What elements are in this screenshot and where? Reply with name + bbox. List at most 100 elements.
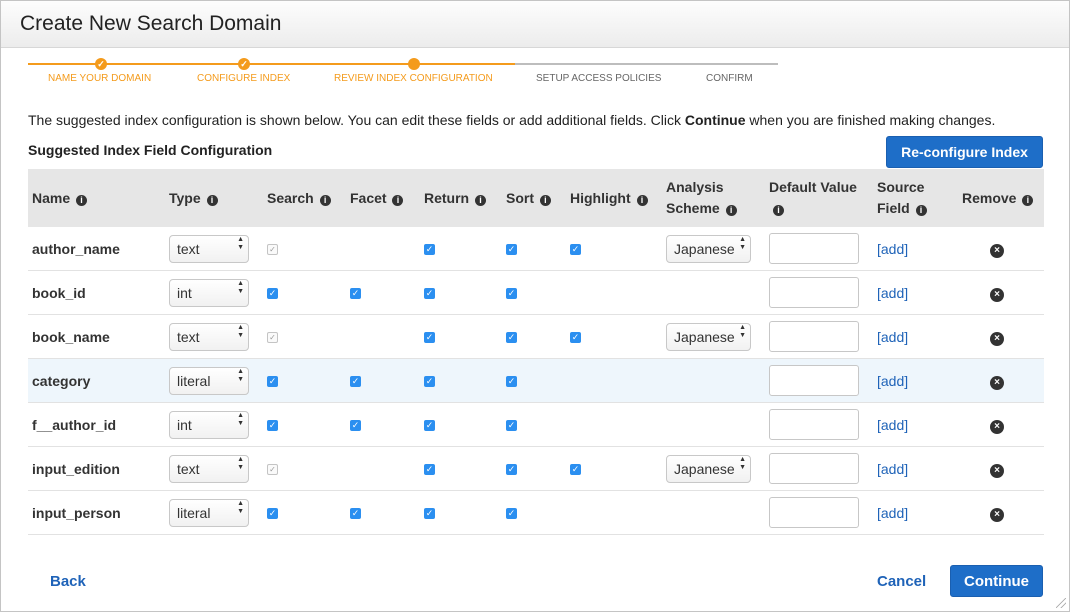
- sort-checkbox[interactable]: ✓: [506, 332, 517, 344]
- facet-checkbox[interactable]: ✓: [350, 376, 361, 388]
- search-checkbox[interactable]: ✓: [267, 508, 278, 520]
- type-select[interactable]: text ▲ ▼: [169, 234, 249, 263]
- return-checkbox[interactable]: ✓: [424, 420, 435, 432]
- select-arrows-icon: ▲ ▼: [739, 455, 746, 471]
- info-icon[interactable]: i: [636, 194, 648, 206]
- select-arrows-icon: ▲ ▼: [237, 323, 244, 339]
- back-button[interactable]: Back: [50, 573, 86, 590]
- info-icon[interactable]: i: [475, 194, 487, 206]
- wizard-step-name-domain: NAME YOUR DOMAIN: [48, 73, 152, 84]
- column-header-search[interactable]: Search i: [263, 169, 346, 227]
- remove-icon[interactable]: ×: [990, 331, 1004, 346]
- column-header-facet[interactable]: Facet i: [346, 169, 420, 227]
- add-source-field-link[interactable]: [add]: [877, 241, 908, 257]
- add-source-field-link[interactable]: [add]: [877, 461, 908, 477]
- facet-cell: [346, 446, 420, 491]
- facet-checkbox[interactable]: ✓: [350, 508, 361, 520]
- remove-icon[interactable]: ×: [990, 419, 1004, 434]
- remove-icon[interactable]: ×: [990, 375, 1004, 390]
- facet-checkbox[interactable]: ✓: [350, 288, 361, 300]
- add-source-field-link[interactable]: [add]: [877, 329, 908, 345]
- default-value-input[interactable]: [769, 453, 859, 484]
- remove-icon[interactable]: ×: [990, 507, 1004, 522]
- search-checkbox[interactable]: ✓: [267, 420, 278, 432]
- analysis-scheme-select[interactable]: Japanese ▲ ▼: [666, 234, 751, 263]
- search-checkbox[interactable]: ✓: [267, 376, 278, 388]
- default-value-input[interactable]: [769, 277, 859, 308]
- default-value-input[interactable]: [769, 233, 859, 264]
- analysis-scheme-select[interactable]: Japanese ▲ ▼: [666, 454, 751, 483]
- type-select[interactable]: int ▲ ▼: [169, 278, 249, 307]
- default-value-input[interactable]: [769, 409, 859, 440]
- return-checkbox[interactable]: ✓: [424, 508, 435, 520]
- type-select[interactable]: literal ▲ ▼: [169, 366, 249, 395]
- type-select[interactable]: text ▲ ▼: [169, 454, 249, 483]
- field-name: author_name: [28, 227, 165, 271]
- column-header-label: Highlight: [570, 189, 631, 206]
- sort-checkbox[interactable]: ✓: [506, 420, 517, 432]
- default-value-input[interactable]: [769, 497, 859, 528]
- info-icon[interactable]: i: [206, 194, 218, 206]
- column-header-type[interactable]: Type i: [165, 169, 263, 227]
- info-icon[interactable]: i: [319, 194, 331, 206]
- search-checkbox[interactable]: ✓: [267, 288, 278, 300]
- reconfigure-index-button[interactable]: Re-configure Index: [886, 136, 1043, 168]
- column-header-analysis-scheme[interactable]: Analysis Scheme i: [662, 169, 765, 227]
- add-source-field-link[interactable]: [add]: [877, 505, 908, 521]
- table-row: category literal ▲ ▼ ✓ ✓ ✓ ✓ [add] ×: [28, 358, 1044, 403]
- info-icon[interactable]: i: [539, 194, 551, 206]
- info-icon[interactable]: i: [915, 205, 927, 216]
- info-icon[interactable]: i: [725, 205, 737, 216]
- default-value-input[interactable]: [769, 365, 859, 396]
- sort-checkbox[interactable]: ✓: [506, 508, 517, 520]
- sort-checkbox[interactable]: ✓: [506, 464, 517, 476]
- resize-grip-icon[interactable]: [1056, 598, 1066, 608]
- remove-cell: ×: [958, 227, 1044, 271]
- type-select[interactable]: literal ▲ ▼: [169, 498, 249, 527]
- column-header-name[interactable]: Name i: [28, 169, 165, 227]
- highlight-checkbox[interactable]: ✓: [570, 332, 581, 344]
- analysis-cell: Japanese ▲ ▼: [662, 227, 765, 271]
- column-header-remove[interactable]: Remove i: [958, 169, 1044, 227]
- return-checkbox[interactable]: ✓: [424, 332, 435, 344]
- index-fields-table: Name i Type i Search i Facet i Return i …: [28, 169, 1044, 535]
- type-select[interactable]: int ▲ ▼: [169, 410, 249, 439]
- column-header-source-field[interactable]: Source Field i: [873, 169, 958, 227]
- type-select[interactable]: text ▲ ▼: [169, 322, 249, 351]
- cancel-button[interactable]: Cancel: [877, 573, 926, 590]
- column-header-highlight[interactable]: Highlight i: [566, 169, 662, 227]
- continue-button[interactable]: Continue: [950, 565, 1043, 597]
- default-value-input[interactable]: [769, 321, 859, 352]
- select-arrows-icon: ▲ ▼: [237, 235, 244, 251]
- create-domain-dialog: Create New Search Domain ✓ ✓ NAME YOUR D…: [0, 0, 1070, 612]
- sort-checkbox[interactable]: ✓: [506, 376, 517, 388]
- return-checkbox[interactable]: ✓: [424, 376, 435, 388]
- remove-icon[interactable]: ×: [990, 463, 1004, 478]
- sort-checkbox[interactable]: ✓: [506, 244, 517, 256]
- column-header-sort[interactable]: Sort i: [502, 169, 566, 227]
- add-source-field-link[interactable]: [add]: [877, 417, 908, 433]
- add-source-field-link[interactable]: [add]: [877, 285, 908, 301]
- return-checkbox[interactable]: ✓: [424, 288, 435, 300]
- source-field-cell: [add]: [873, 446, 958, 491]
- info-icon[interactable]: i: [773, 205, 784, 216]
- return-checkbox[interactable]: ✓: [424, 464, 435, 476]
- return-checkbox[interactable]: ✓: [424, 244, 435, 256]
- analysis-scheme-select[interactable]: Japanese ▲ ▼: [666, 322, 751, 351]
- add-source-field-link[interactable]: [add]: [877, 373, 908, 389]
- info-icon[interactable]: i: [392, 194, 404, 206]
- return-cell: ✓: [420, 270, 502, 315]
- info-icon[interactable]: i: [76, 194, 88, 206]
- highlight-checkbox[interactable]: ✓: [570, 464, 581, 476]
- remove-icon[interactable]: ×: [990, 287, 1004, 302]
- highlight-checkbox[interactable]: ✓: [570, 244, 581, 256]
- sort-checkbox[interactable]: ✓: [506, 288, 517, 300]
- column-header-default-value[interactable]: Default Value i: [765, 169, 873, 227]
- index-fields-table-wrapper[interactable]: Name i Type i Search i Facet i Return i …: [28, 169, 1044, 545]
- facet-cell: ✓: [346, 402, 420, 447]
- facet-checkbox[interactable]: ✓: [350, 420, 361, 432]
- info-icon[interactable]: i: [1022, 194, 1034, 206]
- column-header-return[interactable]: Return i: [420, 169, 502, 227]
- remove-icon[interactable]: ×: [990, 243, 1004, 258]
- facet-cell: ✓: [346, 358, 420, 403]
